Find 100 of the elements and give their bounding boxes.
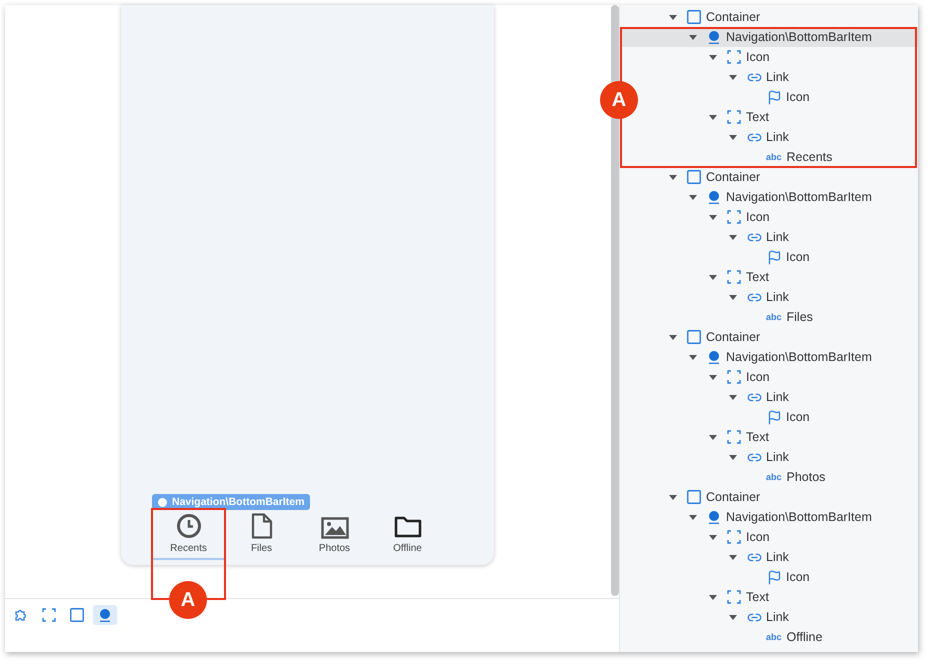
caret-icon[interactable] (689, 513, 697, 521)
tree-row[interactable]: Link (727, 127, 789, 147)
tree-row[interactable]: Link (727, 387, 789, 407)
tree-row[interactable]: Icon (707, 207, 770, 227)
tree-row[interactable]: Navigation\BottomBarItem (687, 507, 872, 527)
caret-icon[interactable] (729, 393, 737, 401)
image-icon (320, 517, 348, 539)
bottom-bar-item[interactable]: Files (225, 513, 298, 560)
bracket-icon (42, 608, 56, 622)
bracket-icon (727, 590, 741, 604)
node-label: Icon (786, 250, 810, 264)
node-label: Container (706, 10, 760, 24)
caret-icon[interactable] (709, 113, 717, 121)
tree-row[interactable]: Link (727, 67, 789, 87)
node-label: Offline (786, 630, 822, 644)
tree-row[interactable]: Container (667, 167, 760, 187)
tree-row[interactable]: abc Files (747, 307, 813, 327)
tree-row[interactable]: Icon (707, 367, 770, 387)
caret-icon[interactable] (709, 373, 717, 381)
flag-icon (766, 570, 782, 584)
tree-row[interactable]: abc Recents (747, 147, 832, 167)
tree-row[interactable]: Navigation\BottomBarItem (687, 347, 872, 367)
node-label: Link (766, 390, 789, 404)
dot-icon (98, 608, 112, 622)
caret-icon[interactable] (729, 293, 737, 301)
node-label: Icon (786, 90, 810, 104)
file-icon (250, 513, 272, 539)
tree-row[interactable]: Link (727, 287, 789, 307)
bottom-bar-item[interactable]: Photos (298, 513, 371, 560)
caret-icon[interactable] (729, 553, 737, 561)
square-icon (70, 608, 84, 622)
caret-icon[interactable] (729, 133, 737, 141)
caret-icon[interactable] (669, 13, 677, 21)
tree-row[interactable]: Icon (707, 47, 770, 67)
tree-row[interactable]: Icon (747, 87, 810, 107)
caret-icon[interactable] (709, 433, 717, 441)
tool-button[interactable] (93, 605, 117, 625)
tree-row[interactable]: Link (727, 447, 789, 467)
tree-row[interactable]: Link (727, 227, 789, 247)
node-label: Icon (786, 410, 810, 424)
caret-icon[interactable] (709, 593, 717, 601)
caret-icon[interactable] (709, 533, 717, 541)
caret-icon[interactable] (709, 213, 717, 221)
tree-row[interactable]: Navigation\BottomBarItem (687, 187, 872, 207)
bracket-icon (727, 530, 741, 544)
node-label: Link (766, 290, 789, 304)
caret-icon[interactable] (689, 33, 697, 41)
tree-row[interactable]: Icon (747, 247, 810, 267)
node-label: Recents (786, 150, 832, 164)
square-icon (687, 170, 701, 184)
caret-icon[interactable] (729, 233, 737, 241)
node-label: Navigation\BottomBarItem (726, 190, 872, 204)
tree-row[interactable]: Icon (747, 407, 810, 427)
text-type-icon: abc (766, 152, 782, 162)
bottom-bar-item[interactable]: Recents (152, 513, 225, 560)
square-icon (687, 490, 701, 504)
node-label: Icon (746, 530, 770, 544)
tree-row[interactable]: Link (727, 547, 789, 567)
square-icon (687, 330, 701, 344)
tree-row[interactable]: abc Photos (747, 467, 826, 487)
tree-row[interactable]: abc Offline (747, 627, 822, 647)
caret-icon[interactable] (729, 613, 737, 621)
caret-icon[interactable] (669, 173, 677, 181)
node-label: Photos (786, 470, 826, 484)
caret-icon[interactable] (669, 333, 677, 341)
folder-icon (394, 515, 422, 539)
text-type-icon: abc (766, 472, 782, 482)
tree-row[interactable]: Icon (707, 527, 770, 547)
node-label: Text (746, 110, 769, 124)
bottom-bar-item[interactable]: Offline (371, 513, 444, 560)
text-type-icon: abc (766, 312, 782, 322)
selection-tag-label: Navigation\BottomBarItem (172, 496, 304, 508)
tree-row[interactable]: Text (707, 427, 769, 447)
caret-icon[interactable] (709, 53, 717, 61)
caret-icon[interactable] (729, 453, 737, 461)
dot-icon (707, 30, 721, 44)
node-label: Files (786, 310, 813, 324)
caret-icon[interactable] (689, 353, 697, 361)
node-label: Link (766, 130, 789, 144)
tree-row[interactable]: Text (707, 267, 769, 287)
tree-row[interactable]: Text (707, 587, 769, 607)
tree-row[interactable]: Container (667, 327, 760, 347)
node-label: Link (766, 230, 789, 244)
tree-row[interactable]: Container (667, 487, 760, 507)
tree-row[interactable]: Text (707, 107, 769, 127)
node-label: Navigation\BottomBarItem (726, 30, 872, 44)
node-label: Navigation\BottomBarItem (726, 350, 872, 364)
flag-icon (766, 250, 782, 264)
caret-icon[interactable] (669, 493, 677, 501)
clock-icon (176, 513, 202, 539)
tree-row[interactable]: Link (727, 607, 789, 627)
dot-icon (707, 510, 721, 524)
tree-row[interactable]: Container (667, 7, 760, 27)
node-label: Text (746, 270, 769, 284)
bracket-icon (727, 430, 741, 444)
caret-icon[interactable] (729, 73, 737, 81)
caret-icon[interactable] (689, 193, 697, 201)
caret-icon[interactable] (709, 273, 717, 281)
tree-row[interactable]: Icon (747, 567, 810, 587)
node-label: Text (746, 590, 769, 604)
